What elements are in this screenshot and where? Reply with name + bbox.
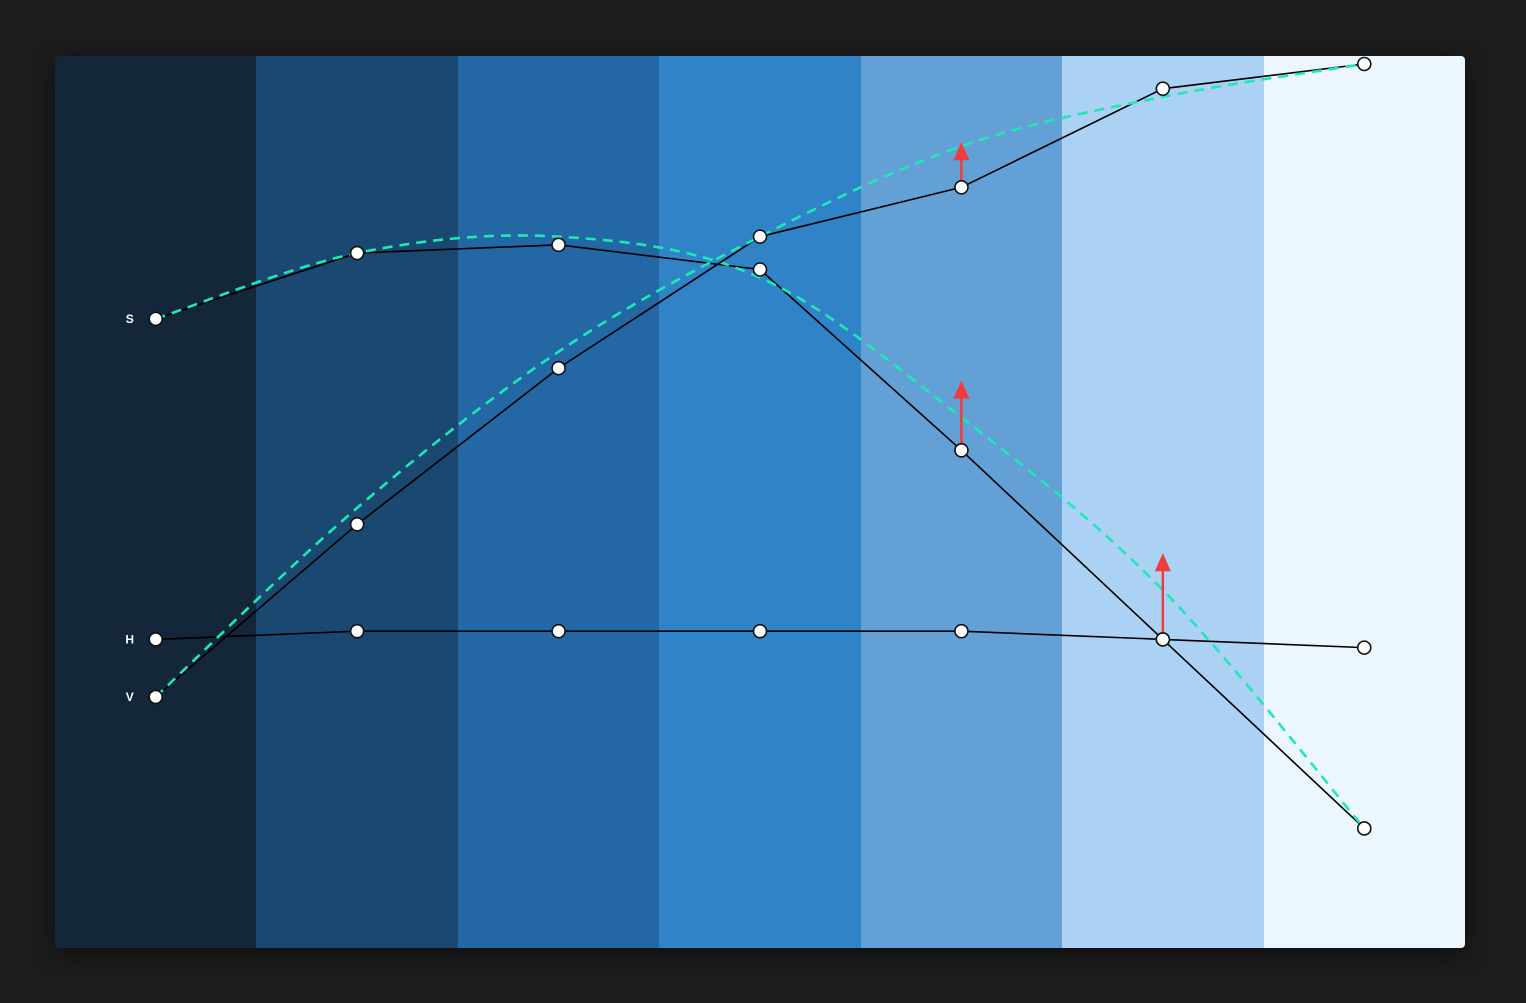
- curve-v-point-4[interactable]: [752, 229, 768, 244]
- curve-h: H: [125, 623, 1372, 655]
- curve-s-point-3[interactable]: [551, 237, 566, 253]
- curve-s-target: [155, 234, 1366, 830]
- palette-canvas: H S V: [55, 56, 1465, 948]
- curve-s-point-5[interactable]: [954, 443, 969, 458]
- curve-h-point-3[interactable]: [551, 623, 566, 639]
- curve-h-point-1[interactable]: [148, 632, 164, 647]
- hsv-curves: H S V: [125, 56, 1372, 836]
- curve-s-point-6[interactable]: [1155, 632, 1171, 647]
- curve-v-point-2[interactable]: [349, 517, 365, 532]
- curve-h-point-4[interactable]: [752, 623, 768, 639]
- curve-h-label: H: [125, 632, 134, 646]
- curve-s-line: [155, 244, 1365, 830]
- curve-h-point-2[interactable]: [349, 623, 365, 639]
- curve-s-point-2[interactable]: [349, 245, 365, 261]
- curve-v-point-7[interactable]: [1356, 56, 1372, 72]
- curve-s: S: [126, 234, 1372, 836]
- curve-v-point-1[interactable]: [148, 689, 164, 705]
- adjust-arrow-s-5: [953, 380, 970, 451]
- curve-v-point-6[interactable]: [1155, 81, 1171, 96]
- curve-v-point-5[interactable]: [954, 180, 969, 195]
- curve-v-line: [155, 63, 1365, 698]
- curve-v-point-3[interactable]: [551, 360, 566, 376]
- curve-s-label: S: [126, 312, 134, 326]
- curve-v-label: V: [126, 690, 134, 704]
- curve-s-point-4[interactable]: [752, 262, 768, 277]
- curve-v-target: [154, 62, 1365, 698]
- curve-v: V: [126, 56, 1372, 705]
- curve-h-point-7[interactable]: [1356, 640, 1372, 655]
- curve-s-point-7[interactable]: [1356, 821, 1372, 836]
- curve-s-point-1[interactable]: [148, 311, 164, 327]
- curve-h-point-5[interactable]: [954, 623, 969, 639]
